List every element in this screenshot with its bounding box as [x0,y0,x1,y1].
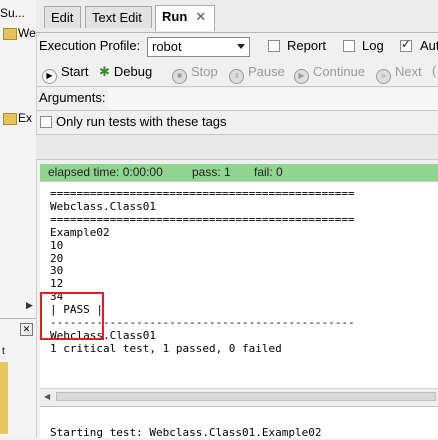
continue-icon: ▶ [294,69,309,84]
scroll-left-icon[interactable]: ◀ [44,392,50,401]
arguments-label: Arguments: [39,90,106,105]
next-icon: » [376,69,391,84]
close-icon[interactable]: ✕ [20,323,33,336]
divider [0,318,36,319]
elapsed-time: elapsed time: 0:00:00 [48,165,163,179]
autosave-checkbox[interactable] [400,37,412,52]
pass-count: pass: 1 [192,165,231,179]
message-text: Starting test: Webclass.Class01.Example0… [50,426,322,439]
left-item-t: t [2,346,5,357]
stop-icon: ■ [172,69,187,84]
scroll-thumb[interactable] [56,392,436,401]
report-checkbox[interactable] [268,40,280,52]
tab-run-label: Run [162,9,188,24]
dropdown-arrow-icon [237,44,245,49]
tab-text-edit[interactable]: Text Edit [85,6,152,28]
horizontal-scrollbar[interactable]: ◀ [40,388,438,405]
report-label: Report [287,38,327,53]
only-tags-label: Only run tests with these tags [56,114,227,129]
run-status-bar: elapsed time: 0:00:00 pass: 1 fail: 0 [40,164,438,181]
folder-icon [3,113,17,125]
execution-profile-select[interactable]: robot [147,37,250,57]
tab-run[interactable]: Run ✕ [155,5,215,31]
message-console[interactable]: Starting test: Webclass.Class01.Example0… [40,406,438,439]
spacer-panel [36,135,438,159]
next-button[interactable]: » Next [376,64,422,84]
highlight-box [40,292,104,340]
folder-strip-icon [0,362,8,434]
divider [36,159,438,160]
log-label: Log [362,38,384,53]
stop-button[interactable]: ■ Stop [172,64,218,84]
play-icon: ▶ [42,69,57,84]
only-tags-checkbox[interactable] [40,116,52,128]
left-panel: Su... We Ex ▶ ✕ t [0,0,37,437]
pause-button[interactable]: ॥ Pause [229,64,285,84]
expand-arrow-icon[interactable]: ▶ [26,300,33,311]
divider [36,86,438,87]
execution-profile-label: Execution Profile: [39,38,141,53]
step-icon[interactable]: ( [432,63,436,78]
pause-icon: ॥ [229,69,244,84]
start-button[interactable]: ▶ Start [42,64,88,84]
arguments-input[interactable] [108,88,438,110]
fail-count: fail: 0 [254,165,283,179]
log-checkbox[interactable] [343,40,355,52]
tab-edit[interactable]: Edit [44,6,81,28]
tab-bar: Edit Text Edit Run ✕ [36,0,438,33]
debug-button[interactable]: ✱ Debug [99,64,152,80]
bug-icon: ✱ [99,64,110,79]
aut-label: Aut [420,38,438,53]
left-item-we[interactable]: We [18,26,36,40]
divider [36,110,438,111]
continue-button[interactable]: ▶ Continue [294,64,365,84]
folder-icon [3,28,17,40]
left-item-ex[interactable]: Ex [18,111,32,125]
left-item-su[interactable]: Su... [0,6,25,20]
output-console[interactable]: ========================================… [40,181,438,396]
close-tab-icon[interactable]: ✕ [195,9,206,24]
execution-profile-value: robot [152,39,182,54]
